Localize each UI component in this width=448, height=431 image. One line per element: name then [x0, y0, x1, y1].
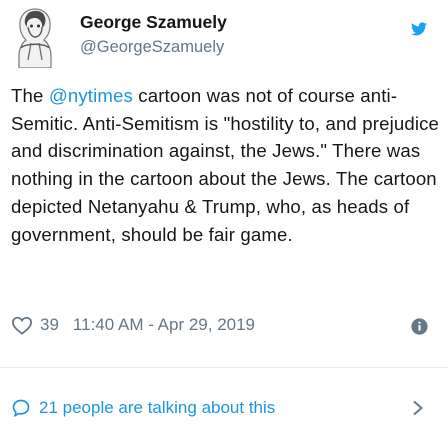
timestamp[interactable]: 11:40 AM - Apr 29, 2019	[73, 315, 255, 335]
conversation-label[interactable]: 21 people are talking about this	[39, 398, 275, 418]
tweet-card: George Szamuely @GeorgeSzamuely The @nyt…	[0, 0, 448, 431]
avatar[interactable]	[11, 6, 59, 68]
like-count[interactable]: 39	[40, 315, 59, 335]
chevron-right-icon[interactable]	[412, 400, 424, 416]
author-info[interactable]: George Szamuely @GeorgeSzamuely	[80, 10, 227, 59]
twitter-bird-icon[interactable]	[411, 22, 427, 36]
tweet-text-rest: cartoon was not of course anti-Semitic. …	[11, 85, 440, 245]
author-name[interactable]: George Szamuely	[80, 10, 227, 34]
tweet-text: The @nytimes cartoon was not of course a…	[11, 82, 441, 248]
conversation-link[interactable]: 21 people are talking about this	[11, 394, 275, 422]
author-handle[interactable]: @GeorgeSzamuely	[80, 36, 227, 59]
divider	[0, 367, 448, 368]
mention-link[interactable]: @nytimes	[49, 85, 133, 106]
tweet-text-start: The	[11, 85, 49, 106]
info-icon[interactable]	[411, 318, 428, 335]
tweet-meta: 39 11:40 AM - Apr 29, 2019	[11, 312, 255, 338]
heart-icon[interactable]	[11, 315, 33, 335]
reply-bubble-icon	[12, 399, 30, 418]
